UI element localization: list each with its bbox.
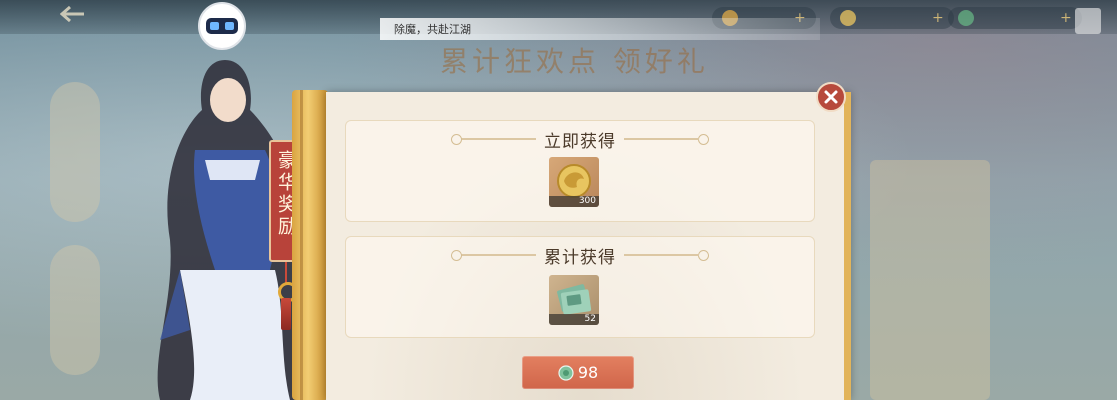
reward-panel: 立即获得 300 累计获得 52 98 [326, 92, 851, 400]
cumulative-reward-section: 累计获得 52 [345, 236, 815, 338]
currency-slot-3[interactable]: + [948, 7, 1082, 29]
divider-knot [698, 250, 709, 261]
divider-right [624, 254, 699, 256]
reward-item[interactable]: 52 [549, 275, 599, 325]
purchase-price: 98 [577, 363, 599, 382]
marquee-text: 除魔，共赴江湖 [394, 23, 471, 36]
menu-icon[interactable] [1075, 8, 1101, 34]
item-quantity: 300 [549, 196, 599, 207]
item-quantity: 52 [549, 314, 599, 325]
jade-currency-icon [558, 364, 574, 381]
close-button[interactable] [816, 82, 846, 112]
divider-right [624, 138, 699, 140]
plus-icon: + [932, 10, 944, 26]
reward-modal: 立即获得 300 累计获得 52 98 [292, 82, 852, 400]
close-icon [824, 90, 838, 104]
reward-item[interactable]: 300 [549, 157, 599, 207]
announcement-marquee: 除魔，共赴江湖 [380, 18, 820, 40]
divider-knot [698, 134, 709, 145]
ingot-icon [840, 10, 856, 26]
gamepad-logo-icon [206, 18, 238, 34]
side-banner-2 [50, 245, 100, 375]
tassel-ornament [281, 298, 291, 330]
back-button[interactable] [60, 6, 86, 22]
currency-slot-2[interactable]: + [830, 7, 954, 29]
plus-icon: + [1060, 10, 1072, 26]
immediate-reward-section: 立即获得 300 [345, 120, 815, 222]
side-banner-1 [50, 82, 100, 222]
event-banner-title: 累计狂欢点 领好礼 [440, 45, 709, 78]
back-arrow-icon [60, 6, 84, 22]
section-title: 立即获得 [544, 132, 616, 152]
purchase-button[interactable]: 98 [522, 356, 634, 389]
tag-string [285, 262, 287, 284]
jade-icon [958, 10, 974, 26]
scroll-roller [292, 90, 328, 400]
background-side-panel [870, 160, 990, 400]
section-title: 累计获得 [544, 248, 616, 268]
